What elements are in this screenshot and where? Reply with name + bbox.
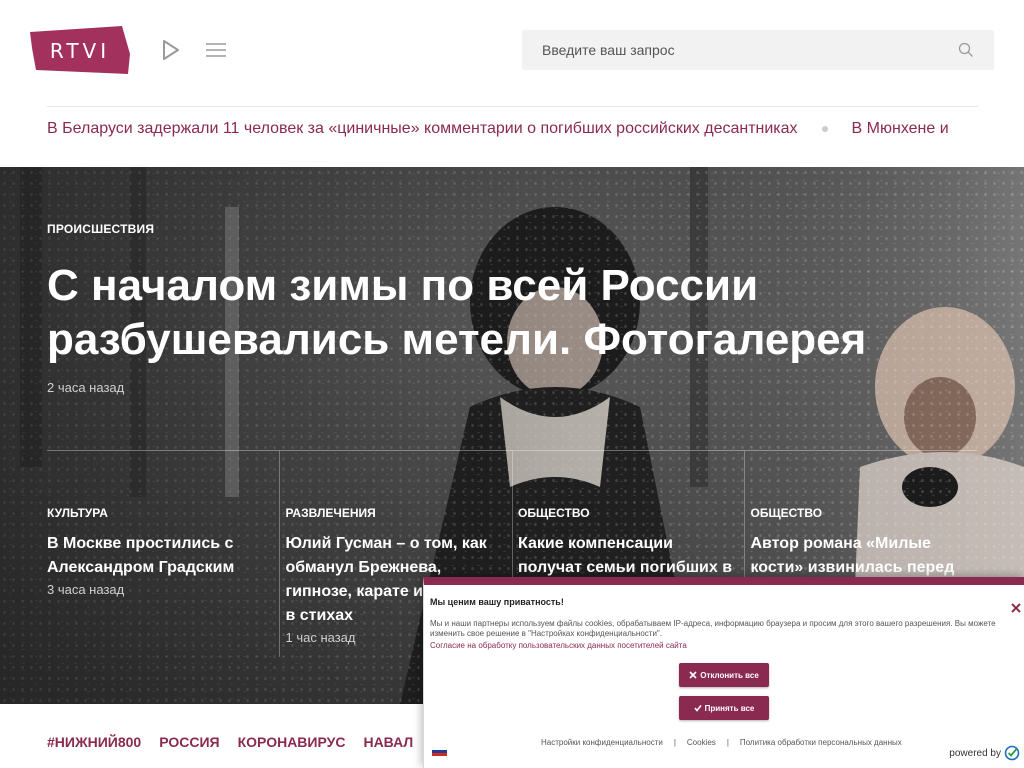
powered-by[interactable]: powered by bbox=[949, 745, 1020, 761]
cookie-text: Мы и наши партнеры используем файлы cook… bbox=[430, 619, 996, 638]
usercentrics-logo-icon bbox=[1004, 745, 1020, 761]
reject-label: Отклонить все bbox=[700, 670, 759, 680]
cookies-link[interactable]: Cookies bbox=[687, 738, 716, 747]
card-time: 3 часа назад bbox=[47, 582, 125, 597]
powered-by-text: powered by bbox=[949, 747, 1001, 759]
play-icon[interactable] bbox=[160, 38, 182, 62]
logo-text: RTVI bbox=[49, 39, 111, 63]
card-category[interactable]: ОБЩЕСТВО bbox=[518, 506, 745, 520]
tag-link[interactable]: КОРОНАВИРУС bbox=[238, 734, 346, 750]
separator: | bbox=[673, 738, 676, 747]
search-box bbox=[522, 30, 994, 70]
tag-link[interactable]: РОССИЯ bbox=[159, 734, 219, 750]
cookie-footer-links: Настройки конфиденциальности | Cookies |… bbox=[541, 738, 902, 747]
card-title[interactable]: Автор романа «Милые кости» извинилась пе… bbox=[750, 532, 972, 580]
accept-label: Принять все bbox=[704, 703, 755, 713]
menu-icon[interactable] bbox=[205, 42, 227, 58]
ticker-item[interactable]: В Мюнхене и bbox=[852, 120, 949, 138]
privacy-settings-link[interactable]: Настройки конфиденциальности bbox=[541, 738, 663, 747]
accept-all-button[interactable]: Принять все bbox=[679, 696, 769, 720]
rtvi-logo[interactable]: RTVI bbox=[30, 26, 130, 74]
close-icon[interactable] bbox=[1010, 601, 1022, 613]
cookie-consent-dialog: Мы ценим вашу приватность! Мы и наши пар… bbox=[423, 577, 1024, 768]
page: RTVI В Беларуси задержали 11 человек за … bbox=[0, 0, 1024, 768]
ticker-separator bbox=[821, 126, 828, 132]
privacy-policy-link[interactable]: Политика обработки персональных данных bbox=[740, 738, 902, 747]
search-input[interactable] bbox=[522, 30, 952, 70]
russian-flag-icon[interactable] bbox=[431, 743, 448, 756]
hero-time: 2 часа назад bbox=[47, 380, 125, 395]
separator: | bbox=[726, 738, 729, 747]
hero-category[interactable]: ПРОИСШЕСТВИЯ bbox=[47, 222, 154, 236]
card-title[interactable]: В Москве простились с Александром Градск… bbox=[47, 532, 269, 580]
cookie-title: Мы ценим вашу приватность! bbox=[430, 597, 564, 607]
card-category[interactable]: ОБЩЕСТВО bbox=[750, 506, 977, 520]
ticker-item[interactable]: В Беларуси задержали 11 человек за «цини… bbox=[47, 120, 798, 138]
tag-link[interactable]: #НИЖНИЙ800 bbox=[47, 734, 141, 750]
reject-all-button[interactable]: Отклонить все bbox=[679, 663, 769, 687]
site-header: RTVI bbox=[0, 0, 1024, 100]
tag-link[interactable]: НАВАЛ bbox=[363, 734, 413, 750]
card-category[interactable]: КУЛЬТУРА bbox=[47, 506, 279, 520]
tag-bar: #НИЖНИЙ800 РОССИЯ КОРОНАВИРУС НАВАЛ bbox=[47, 734, 413, 750]
news-card[interactable]: КУЛЬТУРА В Москве простились с Александр… bbox=[47, 451, 279, 657]
search-icon[interactable] bbox=[958, 42, 974, 58]
news-ticker: В Беларуси задержали 11 человек за «цини… bbox=[47, 106, 978, 167]
consent-link[interactable]: Согласие на обработку пользовательских д… bbox=[430, 641, 687, 650]
check-icon bbox=[694, 705, 702, 712]
hero-title[interactable]: С началом зимы по всей России разбушевал… bbox=[47, 259, 977, 367]
card-category[interactable]: РАЗВЛЕЧЕНИЯ bbox=[285, 506, 512, 520]
x-icon bbox=[689, 671, 697, 679]
